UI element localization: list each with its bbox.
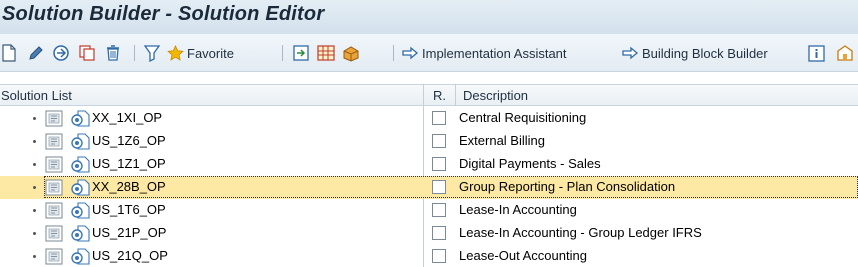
solution-description: External Billing [459, 133, 545, 148]
building-block-icon [70, 225, 90, 245]
release-checkbox[interactable] [432, 134, 446, 148]
building-block-icon [70, 202, 90, 222]
tree-bullet-icon [33, 163, 36, 166]
solution-document-icon[interactable] [45, 156, 63, 176]
toolbar-separator [134, 45, 135, 61]
implementation-assistant-label: Implementation Assistant [422, 45, 567, 61]
building-block-builder-label: Building Block Builder [642, 45, 768, 61]
new-document-icon[interactable] [1, 42, 17, 64]
building-block-icon [70, 248, 90, 267]
building-block-icon [70, 133, 90, 153]
solution-name[interactable]: US_1Z1_OP [92, 156, 166, 171]
column-header-r[interactable]: R. [433, 88, 446, 103]
column-header-description[interactable]: Description [463, 88, 528, 103]
toolbar-separator [282, 45, 283, 61]
transport-package-icon[interactable] [342, 42, 362, 64]
toolbar-separator [393, 45, 394, 61]
solution-document-icon[interactable] [45, 110, 63, 130]
building-block-icon [70, 179, 90, 199]
solution-name[interactable]: US_1Z6_OP [92, 133, 166, 148]
import-icon[interactable] [292, 42, 310, 64]
solution-document-icon[interactable] [45, 133, 63, 153]
title-bar: Solution Builder - Solution Editor [0, 0, 858, 34]
tree-bullet-icon [33, 209, 36, 212]
copy-icon[interactable] [78, 42, 96, 64]
favorite-button[interactable]: Favorite [167, 42, 234, 64]
delete-trash-icon[interactable] [104, 42, 122, 64]
solution-name[interactable]: XX_1XI_OP [92, 110, 162, 125]
table-row[interactable]: XX_28B_OP Group Reporting - Plan Consolid… [0, 176, 858, 199]
selection-outline [44, 176, 858, 198]
implementation-assistant-button[interactable]: Implementation Assistant [402, 42, 567, 64]
solution-document-icon[interactable] [45, 248, 63, 267]
solution-description: Group Reporting - Plan Consolidation [459, 179, 676, 194]
star-icon [167, 44, 184, 62]
table-row[interactable]: US_21P_OP Lease-In Accounting - Group Led… [0, 222, 858, 245]
arrow-right-icon [622, 46, 639, 60]
tree-bullet-icon [33, 186, 36, 189]
release-checkbox[interactable] [432, 111, 446, 125]
filter-icon[interactable] [144, 42, 160, 64]
solution-name[interactable]: US_21Q_OP [92, 248, 168, 263]
tree-bullet-icon [33, 232, 36, 235]
table-row[interactable]: US_1Z1_OP Digital Payments - Sales [0, 153, 858, 176]
solution-name[interactable]: XX_28B_OP [92, 179, 166, 194]
solution-document-icon[interactable] [45, 225, 63, 245]
info-icon[interactable] [808, 42, 825, 64]
activate-icon[interactable] [52, 42, 70, 64]
column-divider [455, 84, 456, 106]
building-block-icon [70, 110, 90, 130]
solution-description: Lease-In Accounting [459, 202, 577, 217]
table-header: Solution List R. Description [0, 84, 858, 106]
table-row[interactable]: XX_1XI_OP Central Requisitioning [0, 107, 858, 130]
solution-description: Digital Payments - Sales [459, 156, 601, 171]
building-block-icon [70, 156, 90, 176]
solution-name[interactable]: US_21P_OP [92, 225, 166, 240]
table-grid-icon[interactable] [317, 42, 335, 64]
help-icon[interactable] [836, 42, 854, 64]
solution-document-icon[interactable] [45, 202, 63, 222]
table-row[interactable]: US_1T6_OP Lease-In Accounting [0, 199, 858, 222]
tree-bullet-icon [33, 255, 36, 258]
release-checkbox[interactable] [432, 226, 446, 240]
solution-description: Lease-Out Accounting [459, 248, 587, 263]
solution-description: Central Requisitioning [459, 110, 587, 125]
favorite-label: Favorite [187, 45, 234, 61]
solution-description: Lease-In Accounting - Group Ledger IFRS [459, 225, 702, 240]
tree-bullet-icon [33, 140, 36, 143]
building-block-builder-button[interactable]: Building Block Builder [622, 42, 768, 64]
solution-name[interactable]: US_1T6_OP [92, 202, 166, 217]
release-checkbox[interactable] [432, 203, 446, 217]
release-checkbox[interactable] [432, 180, 446, 194]
table-row[interactable]: US_1Z6_OP External Billing [0, 130, 858, 153]
tree-bullet-icon [33, 117, 36, 120]
release-checkbox[interactable] [432, 249, 446, 263]
table-row[interactable]: US_21Q_OP Lease-Out Accounting [0, 245, 858, 267]
column-header-solution-list[interactable]: Solution List [1, 88, 72, 103]
release-checkbox[interactable] [432, 157, 446, 171]
edit-pencil-icon[interactable] [27, 42, 43, 64]
arrow-right-icon [402, 46, 419, 60]
toolbar: Favorite Implementation Assistant Buildi… [0, 34, 858, 72]
solution-document-icon[interactable] [45, 179, 63, 199]
window-title: Solution Builder - Solution Editor [2, 3, 325, 25]
